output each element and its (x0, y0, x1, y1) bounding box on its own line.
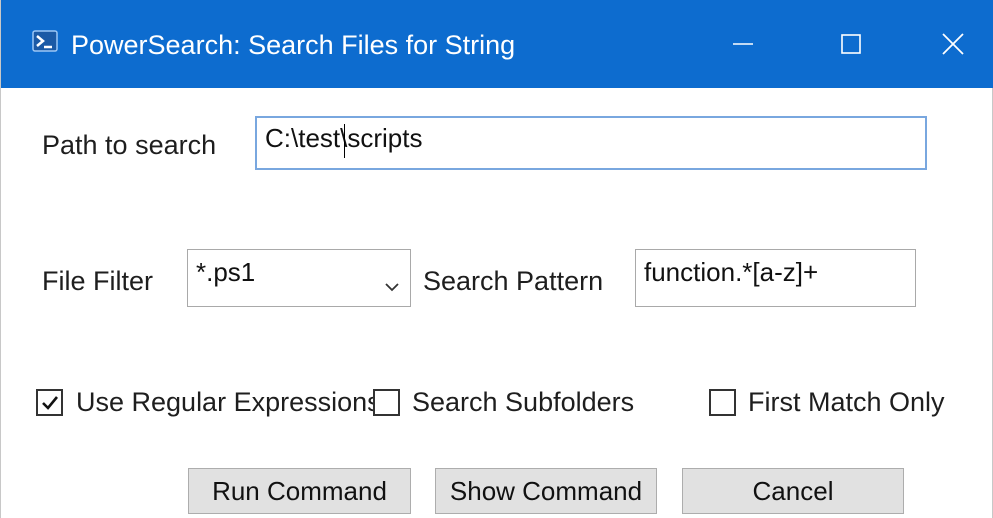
maximize-button[interactable] (821, 16, 881, 72)
maximize-icon (841, 34, 861, 54)
search-subfolders-checkbox[interactable] (373, 389, 400, 416)
file-filter-label: File Filter (42, 266, 154, 296)
close-icon (942, 33, 964, 55)
search-pattern-label: Search Pattern (423, 266, 604, 296)
file-filter-select[interactable]: *.ps1 (187, 249, 411, 307)
first-match-only-label[interactable]: First Match Only (748, 387, 945, 418)
powershell-icon (31, 27, 59, 55)
use-regex-label[interactable]: Use Regular Expressions (76, 387, 381, 418)
powersearch-window: PowerSearch: Search Files for String Pat… (0, 0, 993, 518)
path-input[interactable]: C:\test\scripts (255, 116, 927, 170)
use-regex-checkbox[interactable] (36, 389, 63, 416)
text-caret (344, 124, 345, 158)
minimize-icon (733, 43, 753, 45)
checkmark-icon (42, 396, 59, 410)
path-label: Path to search (42, 130, 217, 160)
window-title: PowerSearch: Search Files for String (71, 30, 516, 60)
first-match-only-checkbox[interactable] (709, 389, 736, 416)
search-pattern-value: function.*[a-z]+ (644, 257, 819, 287)
file-filter-value: *.ps1 (196, 257, 256, 287)
search-pattern-input[interactable]: function.*[a-z]+ (635, 249, 916, 307)
close-button[interactable] (923, 16, 983, 72)
show-command-button[interactable]: Show Command (435, 468, 657, 514)
chevron-down-icon (384, 264, 400, 292)
minimize-button[interactable] (713, 16, 773, 72)
search-subfolders-label[interactable]: Search Subfolders (412, 387, 634, 418)
run-command-button[interactable]: Run Command (188, 468, 411, 514)
title-bar[interactable]: PowerSearch: Search Files for String (1, 0, 993, 88)
cancel-button[interactable]: Cancel (682, 468, 904, 514)
